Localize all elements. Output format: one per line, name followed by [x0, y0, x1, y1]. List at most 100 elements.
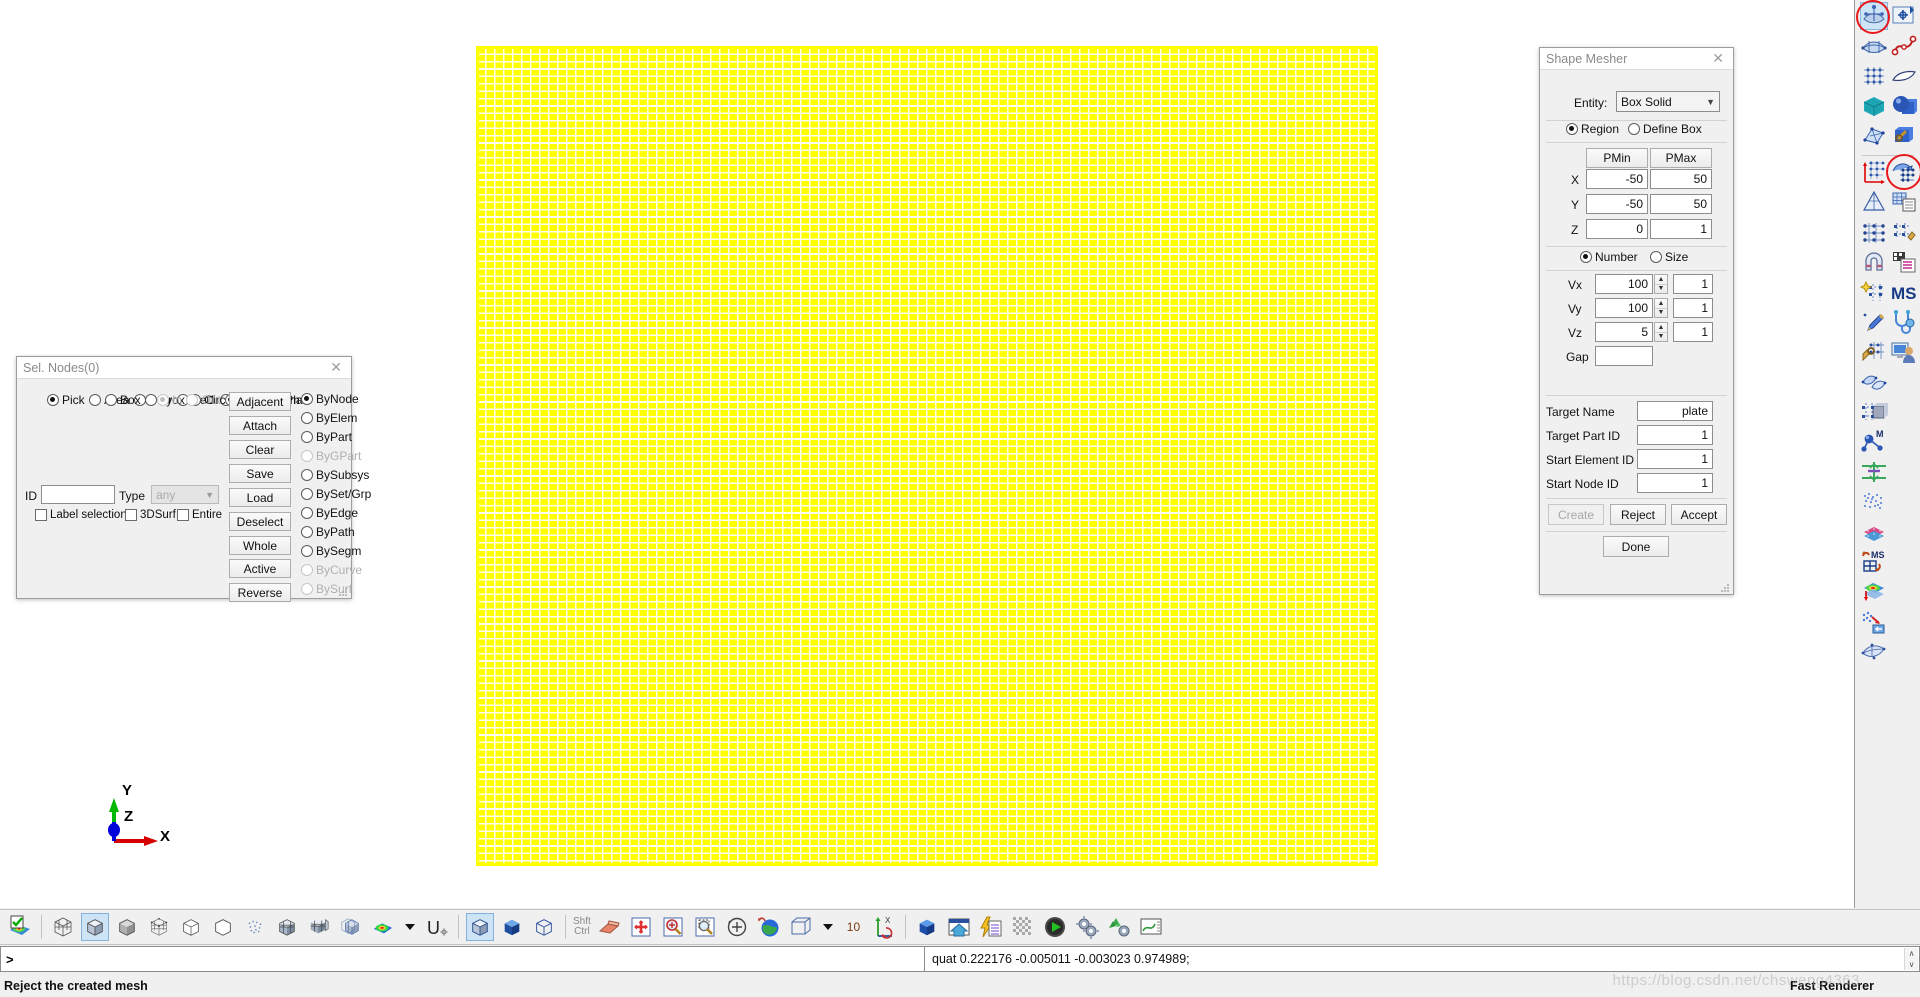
quick-script-icon[interactable]: [977, 913, 1005, 941]
radio-define-box[interactable]: Define Box: [1628, 122, 1702, 136]
home-view-icon[interactable]: [945, 913, 973, 941]
curve-nodes-icon[interactable]: [1890, 32, 1918, 60]
target-part-id-input[interactable]: 1: [1637, 425, 1713, 445]
midplane-icon[interactable]: [1860, 458, 1888, 486]
radio-bygpart[interactable]: ByGPart: [301, 449, 361, 463]
dotted-cube-icon[interactable]: [241, 913, 269, 941]
vz-stepper[interactable]: ▲ ▼: [1654, 322, 1668, 342]
view-caret-icon[interactable]: [822, 924, 833, 930]
radio-bysegm[interactable]: BySegm: [301, 544, 361, 558]
display-toolbar[interactable]: U Shft Ctrl 10 X: [0, 909, 1920, 945]
id-input[interactable]: [41, 485, 115, 504]
ms-label-icon[interactable]: MS: [1890, 278, 1918, 306]
shaded-dark-cube-icon[interactable]: [498, 913, 526, 941]
close-icon[interactable]: ✕: [1709, 50, 1727, 67]
stethoscope-icon[interactable]: [1890, 308, 1918, 336]
contour-blob-icon[interactable]: [369, 913, 397, 941]
stepper-down-icon[interactable]: ▼: [1655, 309, 1667, 318]
mesh-shell-icon[interactable]: [1860, 32, 1888, 60]
zoom-window-icon[interactable]: [691, 913, 719, 941]
pan-icon[interactable]: [627, 913, 655, 941]
vz-input[interactable]: 5: [1595, 322, 1653, 342]
load-button[interactable]: Load: [229, 488, 291, 507]
zoom-in-icon[interactable]: [659, 913, 687, 941]
script-list-icon[interactable]: [1890, 248, 1918, 276]
z-pmin-input[interactable]: 0: [1586, 219, 1648, 239]
resize-grip-icon[interactable]: [338, 587, 349, 598]
radio-bysubsys[interactable]: BySubsys: [301, 468, 369, 482]
stepper-down-icon[interactable]: ▼: [1655, 285, 1667, 294]
radio-region[interactable]: Region: [1566, 122, 1619, 136]
history-scrollbar[interactable]: ∧ ∨: [1904, 948, 1918, 970]
resize-grip-icon[interactable]: [1720, 583, 1731, 594]
stepper-up-icon[interactable]: ▲: [1655, 323, 1667, 333]
sparkle-nodes-icon[interactable]: [1860, 278, 1888, 306]
adjacent-button[interactable]: Adjacent: [229, 392, 291, 411]
lattice-icon[interactable]: [1860, 218, 1888, 246]
solid-nodes-icon[interactable]: [1860, 398, 1888, 426]
mesh-grid-icon[interactable]: [1860, 62, 1888, 90]
type-select[interactable]: any ▼: [151, 485, 219, 504]
vz-bias-input[interactable]: 1: [1673, 322, 1713, 342]
blue-cube-icon[interactable]: [913, 913, 941, 941]
rotation-increment-value[interactable]: 10: [847, 920, 860, 934]
grey-cube-icon[interactable]: [113, 913, 141, 941]
reject-button[interactable]: Reject: [1610, 504, 1666, 525]
scatter-import-icon[interactable]: [1860, 608, 1888, 636]
entity-select[interactable]: Box Solid ▼: [1616, 91, 1720, 112]
plot-icon[interactable]: [1137, 913, 1165, 941]
axis-rotate-icon[interactable]: X: [870, 913, 898, 941]
rotate-icon[interactable]: [723, 913, 751, 941]
pencil-icon[interactable]: [1860, 308, 1888, 336]
mesh-tools-rail[interactable]: MS M MS: [1856, 0, 1920, 908]
contour-check-icon[interactable]: [6, 913, 34, 941]
magnet-icon[interactable]: [1860, 248, 1888, 276]
attach-button[interactable]: Attach: [229, 416, 291, 435]
vy-bias-input[interactable]: 1: [1673, 298, 1713, 318]
shape-mesher-dialog[interactable]: Shape Mesher ✕ Entity: Box Solid ▼ Regio…: [1539, 47, 1734, 595]
y-pmax-input[interactable]: 50: [1650, 194, 1712, 214]
stepper-up-icon[interactable]: ▲: [1655, 275, 1667, 285]
hidden-line-cube-icon[interactable]: [177, 913, 205, 941]
radio-number[interactable]: Number: [1580, 250, 1638, 264]
ms-node-icon[interactable]: MS: [1860, 548, 1888, 576]
shell-pair-icon[interactable]: [1860, 368, 1888, 396]
vx-bias-input[interactable]: 1: [1673, 274, 1713, 294]
radio-pick[interactable]: Pick: [47, 393, 85, 407]
recycle-gear-icon[interactable]: [1105, 913, 1133, 941]
pyramid-mesh-icon[interactable]: [1860, 188, 1888, 216]
sel-nodes-titlebar[interactable]: Sel. Nodes(0) ✕: [17, 357, 351, 379]
gears-icon[interactable]: [1073, 913, 1101, 941]
shape-mesher-icon[interactable]: [1890, 158, 1918, 186]
save-button[interactable]: Save: [229, 464, 291, 483]
bounding-box-icon[interactable]: [787, 913, 815, 941]
split-cube-icon[interactable]: [273, 913, 301, 941]
pmin-header[interactable]: PMin: [1586, 148, 1648, 168]
wire-cube-icon[interactable]: [530, 913, 558, 941]
radio-in[interactable]: In: [157, 393, 182, 407]
pmax-header[interactable]: PMax: [1650, 148, 1712, 168]
done-button[interactable]: Done: [1603, 536, 1669, 557]
vx-input[interactable]: 100: [1595, 274, 1653, 294]
radio-byedge[interactable]: ByEdge: [301, 506, 358, 520]
start-element-id-input[interactable]: 1: [1637, 449, 1713, 469]
radio-bycurve[interactable]: ByCurve: [301, 563, 362, 577]
z-pmax-input[interactable]: 1: [1650, 219, 1712, 239]
surface-patch-icon[interactable]: [1860, 638, 1888, 666]
mesh-axes-icon[interactable]: [1860, 158, 1888, 186]
stepper-up-icon[interactable]: ▲: [1655, 299, 1667, 309]
y-pmin-input[interactable]: -50: [1586, 194, 1648, 214]
checker-icon[interactable]: [1009, 913, 1037, 941]
command-line-row[interactable]: > quat 0.222176 -0.005011 -0.003023 0.97…: [0, 946, 1920, 972]
accept-button[interactable]: Accept: [1671, 504, 1727, 525]
layered-block-icon[interactable]: [1860, 518, 1888, 546]
sphere-solid-icon[interactable]: [1890, 92, 1918, 120]
flat-surface-icon[interactable]: [1890, 62, 1918, 90]
deselect-button[interactable]: Deselect: [229, 512, 291, 531]
vy-input[interactable]: 100: [1595, 298, 1653, 318]
whole-button[interactable]: Whole: [229, 536, 291, 555]
radio-bypath[interactable]: ByPath: [301, 525, 355, 539]
node-wrench-icon[interactable]: [1860, 338, 1888, 366]
table-mesh-icon[interactable]: [1890, 188, 1918, 216]
globe-icon[interactable]: [755, 913, 783, 941]
